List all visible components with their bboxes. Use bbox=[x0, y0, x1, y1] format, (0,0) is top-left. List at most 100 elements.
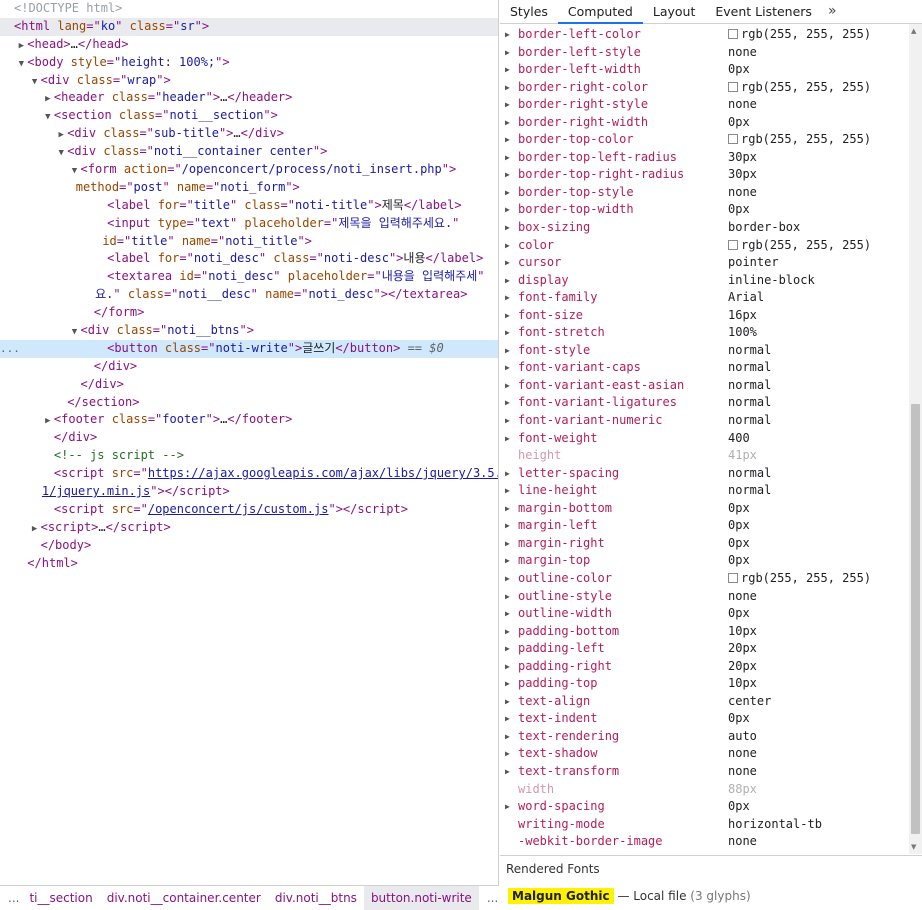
computed-property-row[interactable]: ▶ padding-top 10px bbox=[500, 675, 908, 693]
expand-arrow-closed-icon[interactable]: ▶ bbox=[505, 710, 510, 728]
expand-arrow-closed-icon[interactable]: ▶ bbox=[505, 114, 510, 132]
expand-arrow-closed-icon[interactable]: ▶ bbox=[505, 552, 510, 570]
expand-arrow-closed-icon[interactable]: ▶ bbox=[505, 184, 510, 202]
dom-node-row[interactable]: ▼ <div class="noti__btns"> bbox=[0, 322, 498, 340]
computed-scrollbar[interactable]: ▲ ▼ bbox=[909, 24, 922, 854]
more-tabs-icon[interactable]: » bbox=[822, 0, 843, 24]
computed-property-row[interactable]: -webkit-border-image none bbox=[500, 833, 908, 851]
expand-arrow-closed-icon[interactable]: ▶ bbox=[505, 693, 510, 711]
expand-arrow-closed-icon[interactable]: ▶ bbox=[505, 430, 510, 448]
dom-node-row[interactable]: ...▶<button class="noti-write">글쓰기</butt… bbox=[0, 339, 498, 358]
expand-arrow-closed-icon[interactable]: ▶ bbox=[505, 272, 510, 290]
expand-arrow-closed-icon[interactable]: ▶ bbox=[505, 465, 510, 483]
expand-arrow-closed-icon[interactable]: ▶ bbox=[505, 166, 510, 184]
dom-node-row[interactable]: ▶<label for="title" class="noti-title">제… bbox=[0, 197, 498, 215]
computed-property-row[interactable]: ▶ text-transform none bbox=[500, 763, 908, 781]
computed-property-row[interactable]: ▶ padding-left 20px bbox=[500, 640, 908, 658]
expand-arrow-closed-icon[interactable]: ▶ bbox=[505, 79, 510, 97]
expand-arrow-closed-icon[interactable]: ▶ bbox=[505, 745, 510, 763]
expand-arrow-closed-icon[interactable]: ▶ bbox=[505, 798, 510, 816]
dom-node-row[interactable]: ▶ id="title" name="noti_title"> bbox=[0, 233, 498, 251]
computed-property-row[interactable]: ▶ line-height normal bbox=[500, 482, 908, 500]
computed-property-row[interactable]: ▶ outline-width 0px bbox=[500, 605, 908, 623]
dom-node-row[interactable]: ▶</section> bbox=[0, 394, 498, 412]
dom-node-row[interactable]: ▶</div> bbox=[0, 376, 498, 394]
expand-arrow-closed-icon[interactable]: ▶ bbox=[505, 237, 510, 255]
computed-property-row[interactable]: ▶ font-style normal bbox=[500, 342, 908, 360]
expand-arrow-closed-icon[interactable]: ▶ bbox=[505, 412, 510, 430]
dom-node-row[interactable]: ▶<textarea id="noti_desc" placeholder="내… bbox=[0, 268, 498, 286]
breadcrumb-item[interactable]: ti__section bbox=[22, 886, 99, 910]
scrollbar-thumb[interactable] bbox=[911, 404, 920, 834]
breadcrumb-overflow-right[interactable]: ... bbox=[479, 891, 501, 905]
computed-property-row[interactable]: ▶ margin-bottom 0px bbox=[500, 500, 908, 518]
dom-node-row[interactable]: ▶<!DOCTYPE html> bbox=[0, 0, 498, 18]
dom-node-row[interactable]: ▶</body> bbox=[0, 537, 498, 555]
expand-arrow-closed-icon[interactable]: ▶ bbox=[505, 201, 510, 219]
tab-event-listeners[interactable]: Event Listeners bbox=[705, 0, 822, 24]
dom-node-row[interactable]: ▶<!-- js script --> bbox=[0, 447, 498, 465]
expand-arrow-closed-icon[interactable]: ▶ bbox=[505, 149, 510, 167]
computed-property-row[interactable]: ▶ border-top-width 0px bbox=[500, 201, 908, 219]
dom-node-row[interactable]: ▶ method="post" name="noti_form"> bbox=[0, 179, 498, 197]
computed-property-row[interactable]: ▶ word-spacing 0px bbox=[500, 798, 908, 816]
expand-arrow-closed-icon[interactable]: ▶ bbox=[505, 254, 510, 272]
computed-property-row[interactable]: ▶ margin-top 0px bbox=[500, 552, 908, 570]
dom-node-row[interactable]: ▼ <form action="/openconcert/process/noti… bbox=[0, 161, 498, 179]
dom-node-row[interactable]: ▶ <header class="header">…</header> bbox=[0, 89, 498, 107]
dom-node-row[interactable]: ▶<html lang="ko" class="sr"> bbox=[0, 17, 498, 36]
dom-node-row[interactable]: ▶<input type="text" placeholder="제목을 입력해… bbox=[0, 215, 498, 233]
breadcrumb-item[interactable]: button.noti-write bbox=[363, 885, 479, 910]
expand-arrow-closed-icon[interactable]: ▶ bbox=[505, 324, 510, 342]
computed-property-row[interactable]: writing-mode horizontal-tb bbox=[500, 816, 908, 834]
computed-property-row[interactable]: ▶ border-left-color rgb(255, 255, 255) bbox=[500, 26, 908, 44]
dom-node-row[interactable]: ▶</form> bbox=[0, 304, 498, 322]
dom-node-row[interactable]: ▶</div> bbox=[0, 429, 498, 447]
script-src-link[interactable]: 1/jquery.min.js bbox=[42, 484, 150, 498]
dom-node-row[interactable]: ▼ <div class="noti__container center"> bbox=[0, 143, 498, 161]
expand-arrow-closed-icon[interactable]: ▶ bbox=[505, 517, 510, 535]
script-src-link[interactable]: https://ajax.googleapis.com/ajax/libs/jq… bbox=[148, 466, 498, 480]
expand-arrow-closed-icon[interactable]: ▶ bbox=[505, 605, 510, 623]
computed-property-row[interactable]: ▶ border-right-color rgb(255, 255, 255) bbox=[500, 79, 908, 97]
scroll-down-icon[interactable]: ▼ bbox=[911, 843, 916, 851]
computed-property-row[interactable]: ▶ font-family Arial bbox=[500, 289, 908, 307]
expand-arrow-closed-icon[interactable]: ▶ bbox=[505, 307, 510, 325]
computed-property-row[interactable]: ▶ border-top-color rgb(255, 255, 255) bbox=[500, 131, 908, 149]
breadcrumb-overflow[interactable]: ... bbox=[0, 891, 22, 905]
expand-arrow-closed-icon[interactable]: ▶ bbox=[505, 219, 510, 237]
expand-arrow-closed-icon[interactable]: ▶ bbox=[505, 640, 510, 658]
expand-arrow-closed-icon[interactable]: ▶ bbox=[505, 675, 510, 693]
computed-property-row[interactable]: ▶ letter-spacing normal bbox=[500, 465, 908, 483]
expand-arrow-closed-icon[interactable]: ▶ bbox=[505, 570, 510, 588]
dom-node-row[interactable]: ▼ <div class="wrap"> bbox=[0, 72, 498, 90]
tab-styles[interactable]: Styles bbox=[500, 0, 558, 24]
computed-property-row[interactable]: ▶ text-shadow none bbox=[500, 745, 908, 763]
dom-node-row[interactable]: ▼ <section class="noti__section"> bbox=[0, 107, 498, 125]
expand-arrow-closed-icon[interactable]: ▶ bbox=[505, 96, 510, 114]
color-swatch[interactable] bbox=[728, 134, 738, 145]
color-swatch[interactable] bbox=[728, 239, 738, 250]
computed-property-row[interactable]: ▶ border-left-style none bbox=[500, 44, 908, 62]
computed-property-row[interactable]: ▶ cursor pointer bbox=[500, 254, 908, 272]
expand-arrow-closed-icon[interactable]: ▶ bbox=[505, 359, 510, 377]
computed-property-row[interactable]: ▶ border-top-right-radius 30px bbox=[500, 166, 908, 184]
expand-arrow-closed-icon[interactable]: ▶ bbox=[505, 623, 510, 641]
computed-property-row[interactable]: ▶ outline-style none bbox=[500, 588, 908, 606]
computed-property-row[interactable]: ▶ font-variant-numeric normal bbox=[500, 412, 908, 430]
breadcrumb-item[interactable]: div.noti__container.center bbox=[100, 886, 268, 910]
expand-arrow-closed-icon[interactable]: ▶ bbox=[505, 44, 510, 62]
computed-property-row[interactable]: ▶ border-left-width 0px bbox=[500, 61, 908, 79]
dom-node-row[interactable]: ▼ <body style="height: 100%;"> bbox=[0, 54, 498, 72]
computed-property-row[interactable]: ▶ text-rendering auto bbox=[500, 728, 908, 746]
computed-property-row[interactable]: height 41px bbox=[500, 447, 908, 465]
expand-arrow-closed-icon[interactable]: ▶ bbox=[505, 26, 510, 44]
computed-property-row[interactable]: ▶ outline-color rgb(255, 255, 255) bbox=[500, 570, 908, 588]
expand-arrow-closed-icon[interactable]: ▶ bbox=[505, 728, 510, 746]
expand-arrow-closed-icon[interactable]: ▶ bbox=[505, 377, 510, 395]
dom-node-row[interactable]: ▶</html> bbox=[0, 555, 498, 573]
computed-property-row[interactable]: width 88px bbox=[500, 781, 908, 799]
expand-arrow-closed-icon[interactable]: ▶ bbox=[505, 394, 510, 412]
breadcrumb-item[interactable]: div.noti__btns bbox=[268, 886, 364, 910]
dom-node-row[interactable]: ▶ <footer class="footer">…</footer> bbox=[0, 411, 498, 429]
